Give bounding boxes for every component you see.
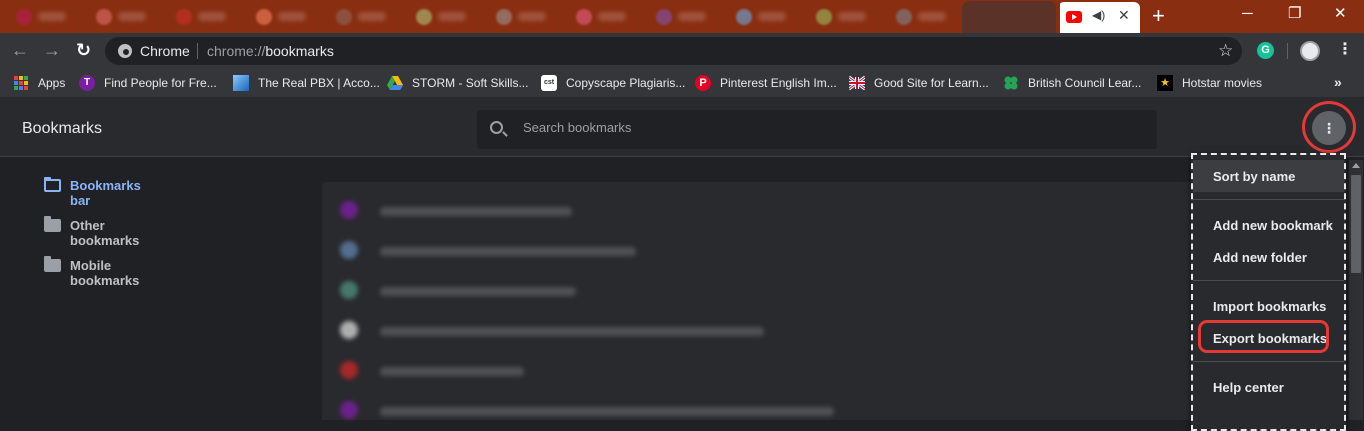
background-tab-favicon[interactable] <box>576 9 592 25</box>
reload-icon[interactable]: ↻ <box>76 39 91 61</box>
minimize-icon[interactable]: ─ <box>1242 4 1253 24</box>
star-icon[interactable]: ☆ <box>1218 41 1233 61</box>
scrollbar[interactable] <box>1349 160 1363 420</box>
tab-strip: ◀) ✕ + ─ ❐ ✕ <box>0 0 1364 33</box>
background-tab-title <box>278 12 306 21</box>
uk-flag-icon <box>848 75 866 91</box>
close-window-icon[interactable]: ✕ <box>1334 4 1347 24</box>
background-tab-favicon[interactable] <box>16 9 32 25</box>
youtube-icon <box>1066 11 1082 23</box>
background-tab[interactable] <box>962 1 1057 33</box>
highlight-outline <box>1198 320 1329 353</box>
pinterest-icon: P <box>695 75 711 91</box>
british-council-icon <box>1003 75 1019 91</box>
new-tab-icon[interactable]: + <box>1152 3 1165 29</box>
background-tab-favicon[interactable] <box>896 9 912 25</box>
background-tab-favicon[interactable] <box>176 9 192 25</box>
browser-menu-icon[interactable]: ⋮ <box>1337 40 1353 60</box>
background-tab-title <box>358 12 386 21</box>
speaker-icon[interactable]: ◀) <box>1092 8 1105 22</box>
list-item[interactable]: ⋮ <box>322 389 1282 429</box>
background-tab-title <box>598 12 626 21</box>
chrome-icon <box>118 44 132 58</box>
background-tab-favicon[interactable] <box>256 9 272 25</box>
folder-icon <box>44 256 61 272</box>
menu-item-import-bookmarks[interactable]: Import bookmarks <box>1193 290 1344 322</box>
forward-icon[interactable]: → <box>43 39 61 61</box>
background-tab-title <box>198 12 226 21</box>
background-tab-favicon[interactable] <box>816 9 832 25</box>
address-bar[interactable]: Chrome chrome://bookmarks ☆ <box>105 37 1242 65</box>
menu-item-sort-by-name[interactable]: Sort by name <box>1193 160 1344 192</box>
menu-item-export-bookmarks[interactable]: Export bookmarks <box>1193 320 1344 354</box>
background-tab-title <box>758 12 786 21</box>
back-icon[interactable]: ← <box>11 39 29 61</box>
omnibox-label: Chrome <box>140 43 190 59</box>
search-icon <box>490 121 503 134</box>
folder-open-icon <box>44 177 61 192</box>
background-tab-favicon[interactable] <box>96 9 112 25</box>
menu-item-add-new-bookmark[interactable]: Add new bookmark <box>1193 209 1344 241</box>
organize-menu: Sort by name Add new bookmark Add new fo… <box>1191 153 1346 431</box>
search-input[interactable] <box>523 120 1123 135</box>
hotstar-icon: ★ <box>1157 75 1173 91</box>
list-item[interactable] <box>322 269 1282 309</box>
avatar[interactable] <box>1300 41 1320 61</box>
tab-close-icon[interactable]: ✕ <box>1118 7 1130 24</box>
background-tab-title <box>38 12 66 21</box>
background-tab-title <box>838 12 866 21</box>
restore-icon[interactable]: ❐ <box>1288 4 1301 24</box>
background-tab-favicon[interactable] <box>656 9 672 25</box>
background-tab-favicon[interactable] <box>416 9 432 25</box>
scroll-up-icon[interactable] <box>1352 163 1360 168</box>
copyscape-icon: cst <box>541 75 557 91</box>
list-item[interactable] <box>322 189 1282 229</box>
bookmark-list: ⋮ <box>322 182 1282 420</box>
highlight-circle <box>1302 101 1356 153</box>
background-tab-title <box>918 12 946 21</box>
current-tab[interactable]: ◀) ✕ <box>1056 2 1140 33</box>
background-tab-title <box>438 12 466 21</box>
apps-grid-icon <box>13 75 29 91</box>
menu-item-help-center[interactable]: Help center <box>1193 371 1344 403</box>
grammarly-icon[interactable]: G <box>1257 42 1274 59</box>
bookmarks-bar: Apps T Find People for Fre... The Real P… <box>0 69 1364 97</box>
background-tab-title <box>518 12 546 21</box>
list-item[interactable] <box>322 349 1282 389</box>
scroll-thumb[interactable] <box>1351 175 1361 273</box>
background-tab-title <box>678 12 706 21</box>
bookmarks-header: Bookmarks ⋮ <box>0 97 1364 157</box>
omnibox-url[interactable]: chrome://bookmarks <box>207 43 334 59</box>
page-title: Bookmarks <box>22 120 103 137</box>
background-tab-title <box>118 12 146 21</box>
list-item[interactable] <box>322 309 1282 349</box>
list-item[interactable] <box>322 229 1282 269</box>
pbx-icon <box>233 75 249 91</box>
background-tab-favicon[interactable] <box>736 9 752 25</box>
more-bookmarks-icon[interactable]: » <box>1334 74 1342 90</box>
browser-toolbar: ← → ↻ Chrome chrome://bookmarks ☆ G ⋮ <box>0 33 1364 69</box>
purple-t-icon: T <box>79 75 95 91</box>
background-tab-favicon[interactable] <box>336 9 352 25</box>
background-tab-favicon[interactable] <box>496 9 512 25</box>
google-drive-icon <box>387 75 403 91</box>
menu-item-add-new-folder[interactable]: Add new folder <box>1193 241 1344 273</box>
search-box[interactable] <box>477 110 1157 149</box>
folder-icon <box>44 216 61 232</box>
